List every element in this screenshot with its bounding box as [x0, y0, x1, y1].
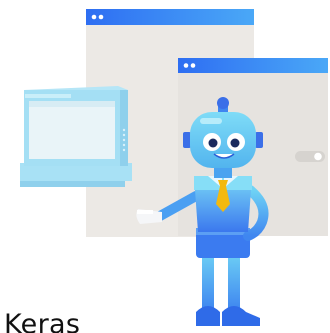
window-dot-icon: [190, 63, 196, 68]
antenna-icon: [217, 97, 229, 109]
monitor-screen: [29, 101, 115, 159]
eye-icon: [230, 138, 240, 148]
caption-text: Keras: [4, 309, 81, 333]
robot-computer-illustration: [20, 9, 328, 326]
eye-icon: [208, 138, 218, 148]
window-dot-icon: [98, 14, 104, 20]
monitor-icon: [20, 86, 132, 187]
illustration-canvas: Keras: [0, 0, 330, 333]
window-dot-icon: [91, 14, 97, 20]
window-dot-icon: [183, 63, 189, 68]
